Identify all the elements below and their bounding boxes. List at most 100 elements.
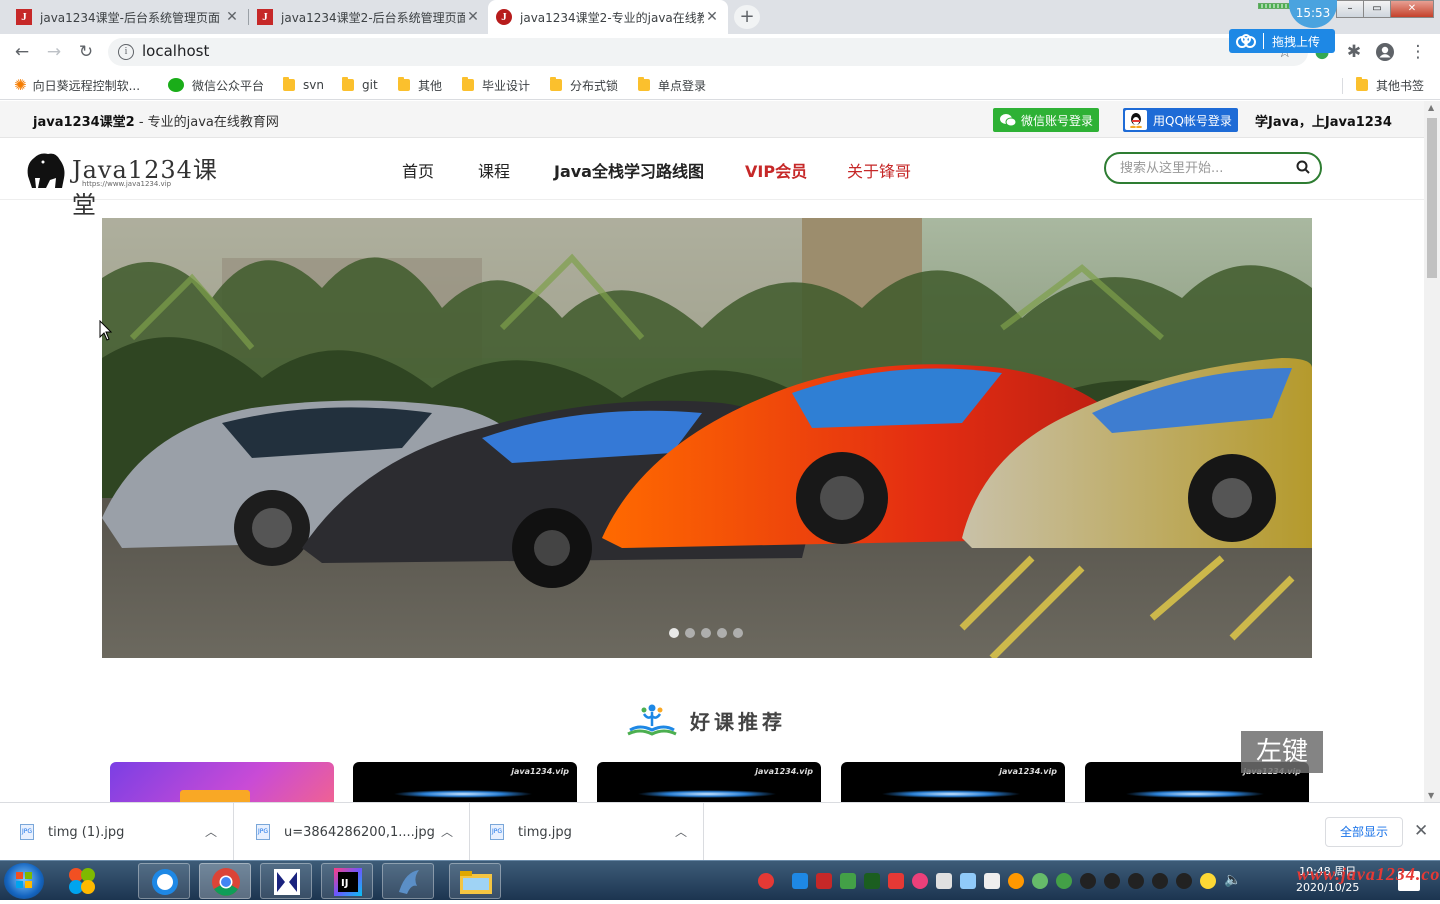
course-card[interactable]: java1234.vip <box>841 762 1065 804</box>
pinned-app-icon[interactable] <box>62 865 102 897</box>
taskbar-explorer-app[interactable] <box>449 863 501 899</box>
qq-tray-icon[interactable] <box>1080 873 1096 889</box>
page-scrollbar[interactable]: ▲ ▼ <box>1424 101 1440 802</box>
course-card[interactable]: java1234.vip <box>597 762 821 804</box>
qq-login-label: 用QQ帐号登录 <box>1153 113 1232 128</box>
tray-icon[interactable] <box>912 873 928 889</box>
bookmark-item[interactable]: 微信公众平台 <box>168 76 264 94</box>
scroll-up-icon[interactable]: ▲ <box>1428 103 1434 112</box>
nav-about[interactable]: 关于锋哥 <box>847 158 911 182</box>
search-icon[interactable] <box>1296 160 1310 174</box>
bookmark-folder[interactable]: git <box>342 76 378 94</box>
tray-icon[interactable] <box>936 873 952 889</box>
tray-icon[interactable] <box>816 873 832 889</box>
chevron-up-icon[interactable]: ︿ <box>441 823 453 840</box>
close-tab-icon[interactable]: ✕ <box>224 9 240 25</box>
education-icon <box>627 704 677 736</box>
sogou-ime-icon[interactable] <box>758 873 774 889</box>
window-close-button[interactable]: ✕ <box>1390 0 1434 18</box>
browser-tab[interactable]: J java1234课堂2-后台系统管理页面 ✕ <box>249 0 489 34</box>
bookmark-folder[interactable]: 单点登录 <box>638 76 706 94</box>
site-name: java1234课堂2 <box>33 115 135 130</box>
wechat-tray-icon[interactable] <box>1056 873 1072 889</box>
qq-penguin-icon <box>1125 110 1147 130</box>
carousel-dot[interactable] <box>717 628 727 638</box>
nav-courses[interactable]: 课程 <box>478 158 510 182</box>
tab-title: java1234课堂2-专业的java在线教育网 <box>520 10 704 25</box>
tray-icon[interactable] <box>1008 873 1024 889</box>
puzzle-extensions-icon[interactable]: ✱ <box>1342 40 1366 64</box>
scroll-down-icon[interactable]: ▼ <box>1428 791 1434 800</box>
reload-icon[interactable]: ↻ <box>74 40 98 64</box>
taskbar-cloud-app[interactable] <box>138 863 190 899</box>
download-item[interactable]: JPG timg.jpg ︿ <box>470 803 704 861</box>
taskbar-editor-app[interactable] <box>260 863 312 899</box>
browser-toolbar: ← → ↻ i localhost ☆ ● ✱ ⋮ <box>0 34 1440 70</box>
start-button[interactable] <box>4 863 44 899</box>
site-logo[interactable]: Java1234课堂 https://www.java1234.vip <box>22 146 232 219</box>
maximize-button[interactable]: ▭ <box>1363 0 1391 18</box>
menu-dots-icon[interactable]: ⋮ <box>1406 40 1430 64</box>
shield-icon[interactable] <box>840 873 856 889</box>
carousel-dot[interactable] <box>685 628 695 638</box>
nav-vip[interactable]: VIP会员 <box>745 158 807 182</box>
taskbar-chrome-app[interactable] <box>199 863 251 899</box>
volume-icon[interactable]: 🔈 <box>1224 872 1241 888</box>
folder-icon <box>283 77 295 91</box>
wechat-login-button[interactable]: 微信账号登录 <box>993 108 1100 132</box>
browser-tab-active[interactable]: J java1234课堂2-专业的java在线教育网 ✕ <box>488 0 728 34</box>
taskbar-mysql-app[interactable] <box>382 863 434 899</box>
chrome-icon <box>212 868 240 896</box>
profile-icon[interactable] <box>1373 40 1397 64</box>
tray-icon[interactable] <box>864 873 880 889</box>
qq-tray-icon[interactable] <box>1152 873 1168 889</box>
qq-tray-icon[interactable] <box>1176 873 1192 889</box>
chevron-up-icon[interactable]: ︿ <box>205 823 217 840</box>
tray-icon[interactable] <box>960 873 976 889</box>
cloud-icon <box>1236 34 1256 48</box>
bookmark-folder[interactable]: 其他 <box>398 76 442 94</box>
carousel-dot[interactable] <box>669 628 679 638</box>
course-card[interactable] <box>110 762 334 804</box>
download-item[interactable]: JPG timg (1).jpg ︿ <box>0 803 234 861</box>
address-bar[interactable]: i localhost ☆ <box>108 38 1308 66</box>
chevron-up-icon[interactable]: ︿ <box>675 823 687 840</box>
tray-icon[interactable] <box>1200 873 1216 889</box>
banner-image-sports-cars <box>102 218 1312 658</box>
carousel-dot[interactable] <box>701 628 711 638</box>
bookmark-folder[interactable]: 分布式锁 <box>550 76 618 94</box>
tray-icon[interactable] <box>792 873 808 889</box>
bookmark-label: git <box>362 78 378 92</box>
nav-home[interactable]: 首页 <box>402 158 434 182</box>
bookmark-folder[interactable]: svn <box>283 76 324 94</box>
wechat-tray-icon[interactable] <box>1032 873 1048 889</box>
course-card[interactable]: java1234.vip <box>353 762 577 804</box>
site-info-icon[interactable]: i <box>118 44 134 60</box>
bookmark-item[interactable]: ✺ 向日葵远程控制软... <box>14 76 140 94</box>
minimize-button[interactable]: – <box>1336 0 1364 18</box>
bookmark-folder[interactable]: 毕业设计 <box>462 76 530 94</box>
forward-icon[interactable]: → <box>42 40 66 64</box>
browser-tab[interactable]: J java1234课堂-后台系统管理页面 ✕ <box>8 0 248 34</box>
carousel-dot[interactable] <box>733 628 743 638</box>
qq-login-button[interactable]: 用QQ帐号登录 <box>1123 108 1238 132</box>
download-item[interactable]: JPG u=3864286200,1....jpg ︿ <box>236 803 470 861</box>
close-tab-icon[interactable]: ✕ <box>704 9 720 25</box>
taskbar-intellij-app[interactable]: IJ <box>321 863 373 899</box>
new-tab-button[interactable]: + <box>734 5 760 29</box>
qq-tray-icon[interactable] <box>1104 873 1120 889</box>
back-icon[interactable]: ← <box>10 40 34 64</box>
banner-carousel[interactable] <box>102 218 1312 658</box>
scrollbar-thumb[interactable] <box>1427 118 1437 278</box>
course-thumbnail <box>393 790 533 798</box>
close-tab-icon[interactable]: ✕ <box>465 9 481 25</box>
close-downloads-icon[interactable]: ✕ <box>1414 821 1428 841</box>
drag-upload-badge[interactable]: 拖拽上传 <box>1229 29 1335 53</box>
show-all-downloads-button[interactable]: 全部显示 <box>1325 817 1403 847</box>
search-input[interactable] <box>1120 159 1290 177</box>
tray-icon[interactable] <box>888 873 904 889</box>
qq-tray-icon[interactable] <box>1128 873 1144 889</box>
nav-roadmap[interactable]: Java全栈学习路线图 <box>554 158 704 182</box>
tray-icon[interactable] <box>984 873 1000 889</box>
other-bookmarks-folder[interactable]: 其他书签 <box>1356 76 1424 94</box>
